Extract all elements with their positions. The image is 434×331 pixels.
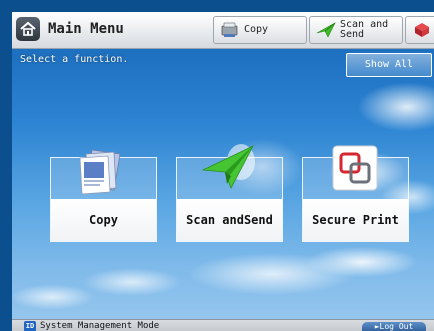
- function-label-scan-and-send: Scan and Send: [177, 199, 282, 241]
- log-out-label: Log Out: [379, 322, 414, 331]
- status-bar: ID System Management Mode ►Log Out: [12, 319, 434, 331]
- function-tile-copy[interactable]: Copy: [50, 149, 157, 242]
- prompt-text: Select a function.: [20, 54, 129, 65]
- system-mode-text: System Management Mode: [40, 321, 160, 331]
- scan-send-icon: [201, 144, 255, 189]
- show-all-button[interactable]: Show All: [346, 53, 432, 77]
- page-title: Main Menu: [48, 21, 124, 37]
- function-label-scan-line2: Send: [243, 213, 273, 227]
- cube-icon: [415, 23, 429, 37]
- system-management-icon: ID: [24, 321, 36, 331]
- paper-plane-icon: [316, 22, 336, 38]
- home-icon[interactable]: [16, 17, 40, 41]
- copy-shortcut-button[interactable]: Copy: [213, 16, 307, 44]
- device-screen: Main Menu Copy Scan and Send Select a fu…: [12, 12, 434, 331]
- copier-icon: [221, 22, 238, 37]
- secure-print-icon: [332, 145, 378, 191]
- header-bar: Main Menu Copy Scan and Send: [12, 12, 434, 49]
- function-label-secure-print: Secure Print: [303, 199, 408, 241]
- copy-shortcut-label: Copy: [244, 24, 269, 35]
- function-label-copy: Copy: [51, 199, 156, 241]
- copy-icon: [79, 149, 121, 195]
- scan-send-shortcut-button[interactable]: Scan and Send: [309, 16, 403, 44]
- function-label-scan-line1: Scan and: [186, 213, 244, 227]
- function-tile-secure-print[interactable]: Secure Print: [302, 145, 409, 242]
- function-tile-scan-and-send[interactable]: Scan and Send: [176, 144, 283, 242]
- application-library-button[interactable]: [405, 16, 434, 44]
- log-out-button[interactable]: ►Log Out: [362, 322, 426, 331]
- scan-send-shortcut-label-line2: Send: [340, 29, 365, 40]
